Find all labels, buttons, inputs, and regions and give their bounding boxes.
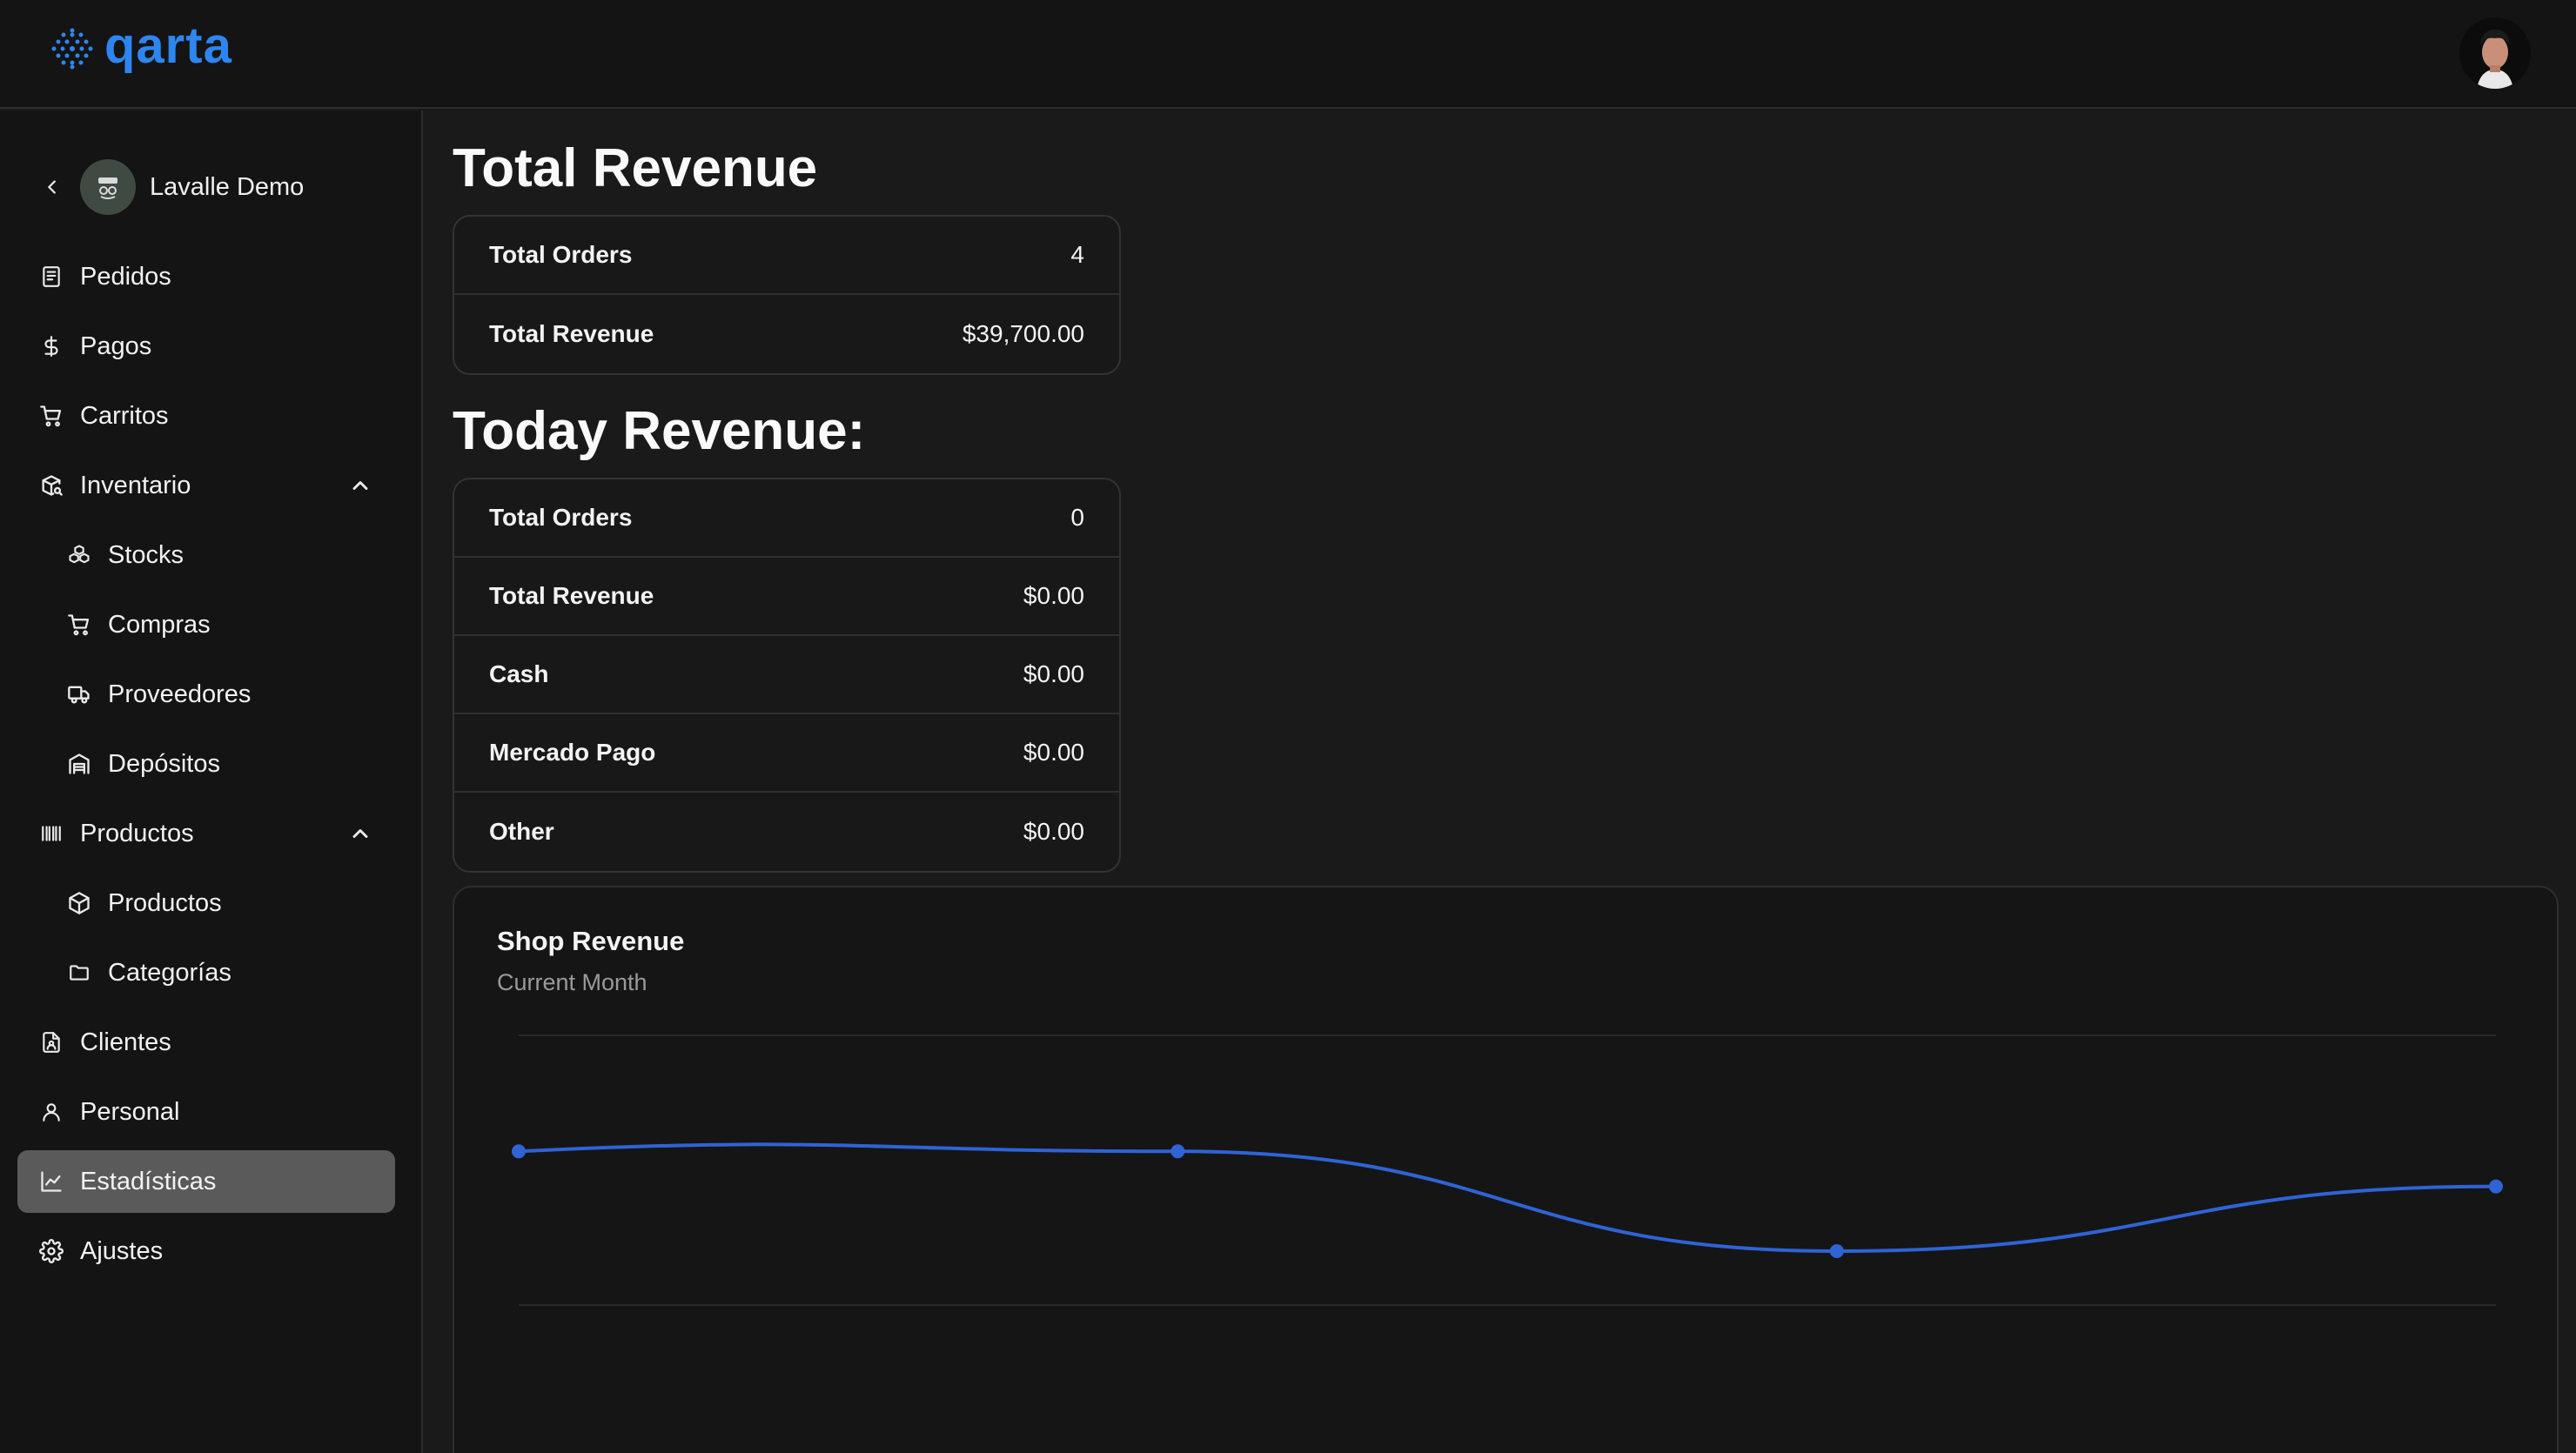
shop-revenue-card: Shop Revenue Current Month [453, 886, 2559, 1453]
contact-file-icon [38, 1029, 64, 1055]
row-value: $0.00 [1023, 660, 1084, 687]
sidebar-item-label: Ajustes [80, 1236, 164, 1265]
sidebar-item-label: Pagos [80, 331, 152, 360]
table-row: Cash $0.00 [454, 636, 1119, 714]
sidebar-item-label: Stocks [108, 540, 184, 569]
today-revenue-title: Today Revenue: [453, 401, 866, 461]
store-logo-icon [98, 177, 117, 199]
row-value: $39,700.00 [962, 320, 1084, 347]
sidebar-item-depositos[interactable]: Depósitos [17, 733, 395, 795]
app-root: qarta Lavalle Demo Pedidos Pagos Carrito… [0, 0, 2576, 1453]
cart-icon [38, 403, 64, 429]
sidebar-item-ajustes[interactable]: Ajustes [17, 1220, 395, 1282]
sidebar-item-label: Personal [80, 1097, 180, 1126]
barcode-icon [38, 820, 64, 847]
brand-logo[interactable]: qarta [50, 21, 232, 71]
folder-icon [66, 960, 92, 986]
sidebar-item-productos[interactable]: Productos [17, 872, 395, 934]
sidebar-item-label: Clientes [80, 1028, 171, 1056]
table-row: Total Orders 0 [454, 479, 1119, 558]
logo-dots-icon [51, 28, 93, 70]
table-row: Total Revenue $39,700.00 [454, 295, 1119, 373]
sidebar-item-label: Proveedores [108, 680, 252, 708]
chart-point[interactable] [1171, 1144, 1185, 1159]
user-avatar-icon [2459, 17, 2531, 89]
box-icon [66, 890, 92, 916]
sidebar-item-compras[interactable]: Compras [17, 593, 395, 656]
chevron-up-icon[interactable] [348, 821, 372, 846]
sidebar-item-label: Inventario [80, 471, 191, 499]
sidebar-nav: Pedidos Pagos Carritos Inventario Stocks… [17, 245, 395, 1289]
user-avatar[interactable] [2459, 17, 2531, 89]
dollar-icon [38, 333, 64, 359]
revenue-line-chart[interactable] [454, 887, 2560, 1453]
sidebar-item-estadisticas[interactable]: Estadísticas [17, 1150, 395, 1213]
sidebar-item-carritos[interactable]: Carritos [17, 385, 395, 447]
table-row: Total Orders 4 [454, 217, 1119, 295]
boxes-icon [66, 542, 92, 568]
total-revenue-card: Total Orders 4 Total Revenue $39,700.00 [453, 215, 1121, 375]
row-label: Mercado Pago [489, 739, 656, 766]
package-search-icon [38, 472, 64, 499]
table-row: Mercado Pago $0.00 [454, 714, 1119, 793]
sidebar-item-stocks[interactable]: Stocks [17, 524, 395, 586]
table-row: Total Revenue $0.00 [454, 558, 1119, 636]
gear-icon [38, 1238, 64, 1264]
sidebar-item-inventario[interactable]: Inventario [17, 454, 395, 517]
row-value: 0 [1070, 504, 1084, 531]
row-label: Cash [489, 660, 549, 687]
chart-series-line [518, 1142, 2497, 1254]
chart-point[interactable] [2489, 1179, 2503, 1194]
sidebar-item-proveedores[interactable]: Proveedores [17, 663, 395, 726]
row-value: $0.00 [1023, 739, 1084, 766]
sidebar-item-categorias[interactable]: Categorías [17, 941, 395, 1004]
chart-point[interactable] [1829, 1244, 1844, 1258]
truck-icon [66, 681, 92, 707]
sidebar-item-label: Carritos [80, 401, 169, 430]
sidebar: Lavalle Demo Pedidos Pagos Carritos Inve… [0, 110, 423, 1453]
sidebar-item-clientes[interactable]: Clientes [17, 1011, 395, 1074]
today-revenue-card: Total Orders 0 Total Revenue $0.00 Cash … [453, 478, 1121, 873]
row-label: Total Revenue [489, 582, 654, 609]
cart-icon [66, 612, 92, 638]
sidebar-item-label: Compras [108, 610, 211, 639]
chart-point[interactable] [512, 1144, 526, 1159]
warehouse-icon [66, 751, 92, 777]
line-chart-icon [38, 1168, 64, 1195]
sidebar-item-label: Estadísticas [80, 1167, 217, 1195]
sidebar-item-label: Productos [80, 819, 194, 847]
sidebar-item-label: Productos [108, 888, 222, 917]
store-name: Lavalle Demo [150, 172, 305, 201]
row-label: Total Revenue [489, 320, 654, 347]
sidebar-item-pedidos[interactable]: Pedidos [17, 245, 395, 308]
sidebar-item-label: Categorías [108, 958, 231, 987]
top-bar: qarta [0, 0, 2576, 109]
chevron-left-icon[interactable] [40, 175, 64, 199]
total-revenue-title: Total Revenue [453, 138, 818, 198]
receipt-icon [38, 264, 64, 290]
row-value: $0.00 [1023, 818, 1084, 845]
row-value: 4 [1070, 241, 1084, 268]
store-switcher[interactable]: Lavalle Demo [40, 157, 304, 217]
row-label: Other [489, 818, 554, 845]
sidebar-item-productos-group[interactable]: Productos [17, 802, 395, 865]
user-icon [38, 1099, 64, 1125]
row-value: $0.00 [1023, 582, 1084, 609]
chevron-up-icon[interactable] [348, 473, 372, 498]
store-avatar [80, 159, 136, 215]
brand-name: qarta [104, 17, 232, 74]
row-label: Total Orders [489, 504, 633, 531]
table-row: Other $0.00 [454, 793, 1119, 871]
sidebar-item-label: Pedidos [80, 262, 171, 291]
sidebar-item-personal[interactable]: Personal [17, 1081, 395, 1143]
sidebar-item-label: Depósitos [108, 749, 220, 778]
sidebar-item-pagos[interactable]: Pagos [17, 315, 395, 378]
row-label: Total Orders [489, 241, 633, 268]
